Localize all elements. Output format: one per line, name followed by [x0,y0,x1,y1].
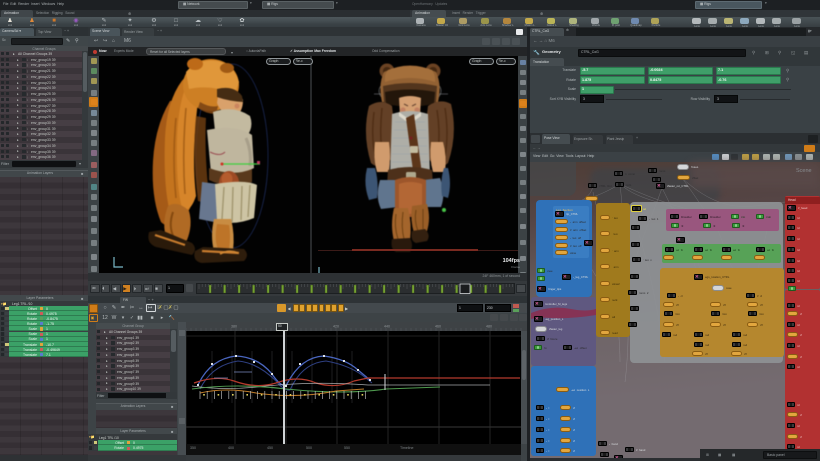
svg-text:460: 460 [435,325,441,329]
svg-text:480: 480 [486,325,492,329]
svg-text:380: 380 [231,325,237,329]
svg-text:420: 420 [333,325,339,329]
svg-text:440: 440 [384,325,390,329]
